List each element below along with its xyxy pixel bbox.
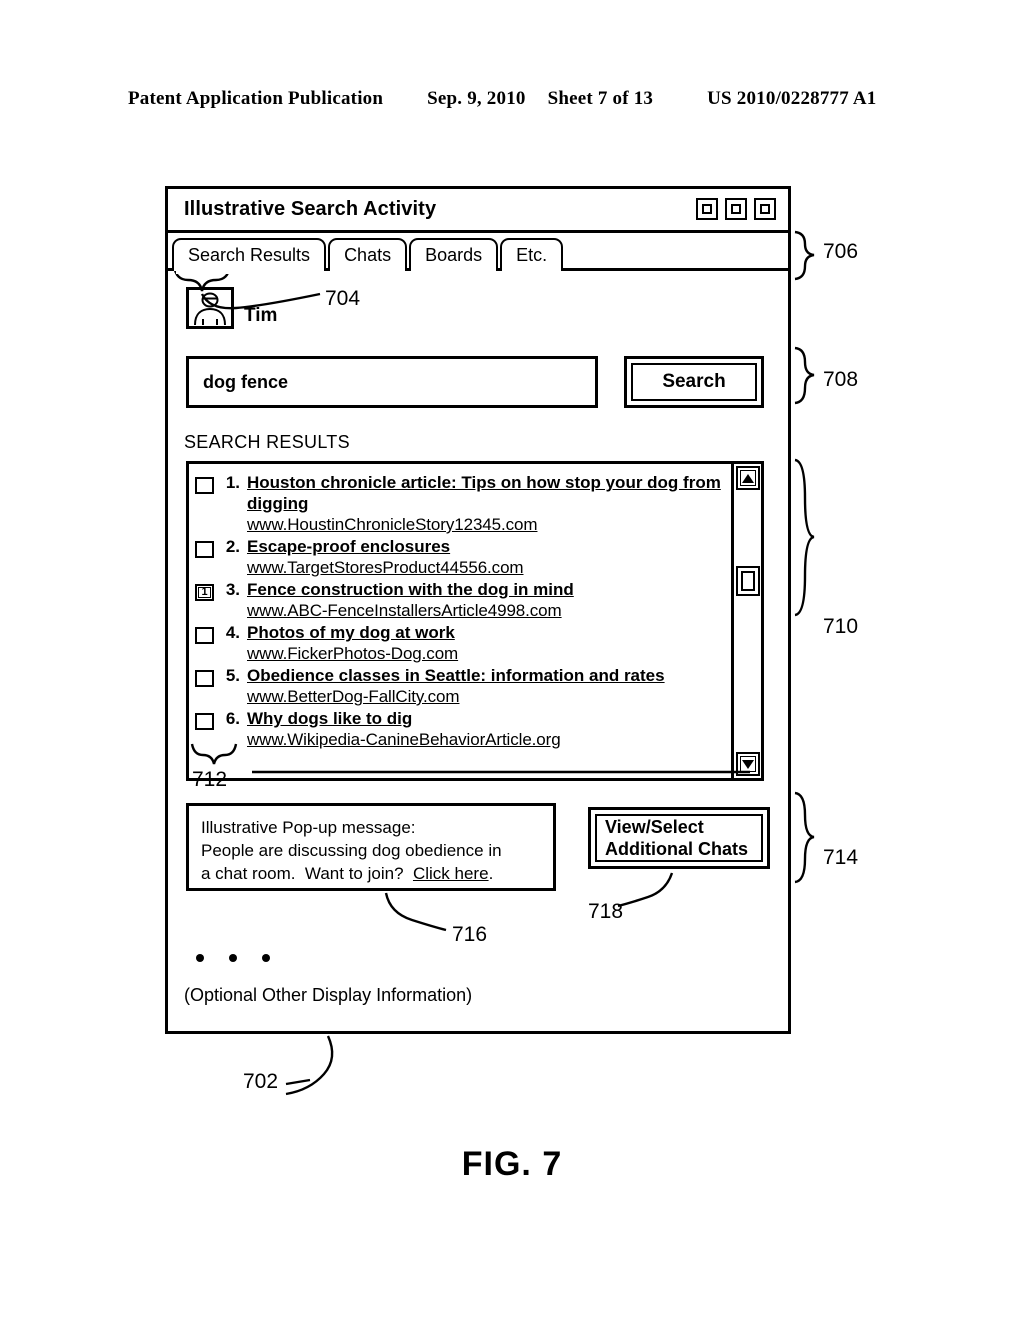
- tab-label: Etc.: [516, 245, 548, 265]
- result-url-link[interactable]: www.Wikipedia-CanineBehaviorArticle.org: [247, 729, 727, 750]
- checkbox-marker: 1: [201, 586, 208, 598]
- ref-712: 712: [192, 768, 228, 791]
- publication-date: Sep. 9, 2010: [427, 88, 526, 109]
- page-header: Patent Application Publication Sep. 9, 2…: [128, 88, 896, 110]
- search-results-panel: 1. Houston chronicle article: Tips on ho…: [186, 461, 764, 781]
- chats-button-line-1: View/Select: [605, 817, 704, 837]
- optional-display-information-label: (Optional Other Display Information): [184, 985, 473, 1005]
- ellipsis-dot: [229, 954, 237, 962]
- ref-710: 710: [823, 615, 859, 638]
- sheet-number: Sheet 7 of 13: [547, 88, 654, 109]
- brace-714: [794, 791, 815, 884]
- result-title-link[interactable]: Escape-proof enclosures: [247, 536, 727, 557]
- close-box-icon[interactable]: [754, 198, 776, 220]
- ref-714: 714: [823, 846, 859, 869]
- popup-line-3-suffix: .: [488, 864, 494, 883]
- result-index: 3.: [225, 580, 240, 599]
- ellipsis-dot: [196, 954, 204, 962]
- search-bar: dog fence Search: [186, 356, 774, 408]
- result-row[interactable]: 2. Escape-proof enclosures www.TargetSto…: [195, 536, 727, 578]
- result-index: 1.: [225, 473, 240, 492]
- result-row[interactable]: 1 3. Fence construction with the dog in …: [195, 579, 727, 621]
- brace-706: [794, 230, 815, 281]
- result-row[interactable]: 5. Obedience classes in Seattle: informa…: [195, 665, 727, 707]
- result-url-link[interactable]: www.ABC-FenceInstallersArticle4998.com: [247, 600, 727, 621]
- ellipsis-indicator: [196, 954, 270, 962]
- result-row[interactable]: 6. Why dogs like to dig www.Wikipedia-Ca…: [195, 708, 727, 750]
- ref-708: 708: [823, 368, 859, 391]
- result-index: 4.: [225, 623, 240, 642]
- popup-line-2: People are discussing dog obedience in: [201, 841, 502, 860]
- tab-strip: Search Results Chats Boards Etc.: [168, 235, 788, 274]
- avatar-glyph: [194, 292, 226, 326]
- tab-search-results[interactable]: Search Results: [172, 238, 327, 274]
- result-checkbox[interactable]: [195, 541, 214, 558]
- tab-etc[interactable]: Etc.: [500, 238, 564, 271]
- ellipsis-dot: [262, 954, 270, 962]
- result-title-link[interactable]: Fence construction with the dog in mind: [247, 579, 727, 600]
- person-avatar-icon[interactable]: [186, 287, 234, 329]
- result-index: 2.: [225, 537, 240, 556]
- popup-line-1: Illustrative Pop-up message:: [201, 818, 416, 837]
- result-checkbox[interactable]: [195, 477, 214, 494]
- publication-label: Patent Application Publication: [128, 88, 384, 109]
- search-results-caption: SEARCH RESULTS: [184, 432, 350, 452]
- result-row[interactable]: 1. Houston chronicle article: Tips on ho…: [195, 472, 727, 535]
- user-name-label: Tim: [244, 305, 278, 326]
- result-url-link[interactable]: www.FickerPhotos-Dog.com: [247, 643, 727, 664]
- search-button[interactable]: Search: [624, 356, 764, 408]
- leader-702: [285, 1035, 334, 1096]
- patent-number: US 2010/0228777 A1: [707, 88, 877, 109]
- result-url-link[interactable]: www.BetterDog-FallCity.com: [247, 686, 727, 707]
- user-identity-row: Tim: [186, 287, 277, 329]
- minimize-box-icon[interactable]: [696, 198, 718, 220]
- window-title: Illustrative Search Activity: [184, 198, 437, 220]
- popup-message: Illustrative Pop-up message: People are …: [186, 803, 556, 891]
- scrollbar-thumb[interactable]: [736, 566, 760, 596]
- window-controls: [696, 198, 776, 220]
- ref-706: 706: [823, 240, 859, 263]
- result-url-link[interactable]: www.HoustinChronicleStory12345.com: [247, 514, 727, 535]
- search-button-label: Search: [662, 371, 726, 392]
- results-scrollbar[interactable]: [731, 464, 761, 778]
- result-checkbox[interactable]: [195, 670, 214, 687]
- chats-button-line-2: Additional Chats: [605, 839, 748, 859]
- leader-702-tail: [285, 1078, 311, 1086]
- window-title-bar: Illustrative Search Activity: [168, 189, 788, 233]
- scroll-down-arrow-icon[interactable]: [736, 752, 760, 776]
- popup-line-3-prefix: a chat room. Want to join?: [201, 864, 413, 883]
- result-title-link[interactable]: Obedience classes in Seattle: informatio…: [247, 665, 727, 686]
- ref-704: 704: [325, 287, 361, 310]
- tab-boards[interactable]: Boards: [409, 238, 499, 271]
- result-checkbox-selected[interactable]: 1: [195, 584, 214, 601]
- search-results-list: 1. Houston chronicle article: Tips on ho…: [189, 464, 731, 778]
- tab-label: Boards: [425, 245, 483, 265]
- tab-label: Search Results: [188, 245, 311, 265]
- result-checkbox[interactable]: [195, 713, 214, 730]
- result-title-link[interactable]: Why dogs like to dig: [247, 708, 727, 729]
- scroll-up-arrow-icon[interactable]: [736, 466, 760, 490]
- popup-click-here-link[interactable]: Click here: [413, 864, 489, 883]
- tab-label: Chats: [344, 245, 392, 265]
- ref-718: 718: [588, 900, 624, 923]
- result-checkbox[interactable]: [195, 627, 214, 644]
- result-index: 5.: [225, 666, 240, 685]
- result-url-link[interactable]: www.TargetStoresProduct44556.com: [247, 557, 727, 578]
- result-index: 6.: [225, 709, 240, 728]
- search-input[interactable]: dog fence: [186, 356, 598, 408]
- application-window: Illustrative Search Activity Search Resu…: [165, 186, 791, 1034]
- result-row[interactable]: 4. Photos of my dog at work www.FickerPh…: [195, 622, 727, 664]
- brace-710: [794, 458, 815, 617]
- figure-caption: FIG. 7: [461, 1145, 563, 1183]
- popup-line-3: a chat room. Want to join? Click here.: [201, 862, 553, 885]
- result-title-link[interactable]: Houston chronicle article: Tips on how s…: [247, 472, 727, 514]
- maximize-box-icon[interactable]: [725, 198, 747, 220]
- view-select-additional-chats-button[interactable]: View/Select Additional Chats: [588, 807, 770, 869]
- ref-716: 716: [452, 923, 488, 946]
- brace-708: [794, 346, 815, 405]
- ref-702: 702: [243, 1070, 279, 1093]
- result-title-link[interactable]: Photos of my dog at work: [247, 622, 727, 643]
- tab-chats[interactable]: Chats: [328, 238, 408, 271]
